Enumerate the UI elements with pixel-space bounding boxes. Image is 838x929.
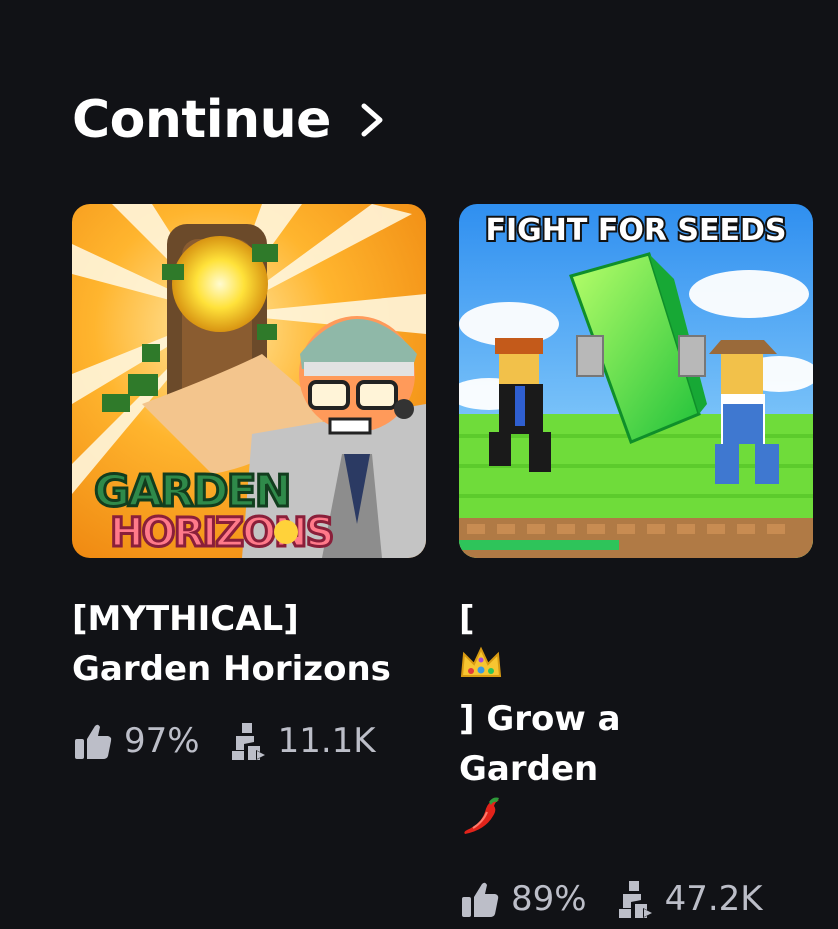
rating-stat: 89% (459, 878, 587, 920)
rating-stat: 97% (72, 720, 200, 762)
fight-for-seeds-banner: FIGHT FOR SEEDS (484, 211, 789, 250)
section-title: Continue (72, 90, 331, 150)
thumbnail-logo-bottom: HORIZONS (110, 510, 332, 556)
thumbs-up-icon (72, 720, 114, 762)
game-stats: 97% 11.1K (72, 718, 426, 764)
chevron-right-icon (357, 100, 387, 140)
title-bracket-open: [ (459, 599, 475, 639)
players-stat: 47.2K (613, 878, 763, 920)
game-title-line-2: Garden (459, 744, 813, 852)
rating-value: 89% (511, 879, 587, 919)
crown-emoji (459, 644, 813, 694)
players-icon (613, 878, 655, 920)
players-value: 47.2K (664, 879, 763, 919)
continue-header-link[interactable]: Continue (72, 88, 387, 152)
continue-section: Continue GARDEN HORIZONS [MYTHICAL] Gard… (0, 0, 838, 919)
players-stat: 11.1K (226, 720, 376, 762)
game-stats: 89% 47.2K (459, 876, 813, 922)
game-title[interactable]: [ ] Grow a Garden (459, 594, 813, 852)
game-title-line-1: [ ] Grow a (459, 594, 813, 744)
title-text-line-2: Garden (459, 749, 599, 789)
players-value: 11.1K (277, 721, 376, 761)
thumbs-up-icon (459, 878, 501, 920)
game-title-line-2: Garden Horizons (72, 649, 391, 689)
rating-value: 97% (124, 721, 200, 761)
game-thumbnail[interactable]: GARDEN HORIZONS (72, 204, 426, 558)
game-title[interactable]: [MYTHICAL] Garden Horizons (72, 594, 426, 694)
game-thumbnail[interactable]: FIGHT FOR SEEDS (459, 204, 813, 558)
title-text: ] Grow a (459, 699, 621, 739)
game-card-garden-horizons[interactable]: GARDEN HORIZONS [MYTHICAL] Garden Horizo… (72, 204, 426, 764)
players-icon (226, 720, 268, 762)
chili-pepper-emoji (459, 794, 813, 852)
thumbnail-banner-text: FIGHT FOR SEEDS (486, 213, 787, 248)
game-card-grow-a-garden[interactable]: FIGHT FOR SEEDS [ ] Grow a Garden 89% 47.… (459, 204, 813, 922)
game-title-line-1: [MYTHICAL] (72, 599, 299, 639)
